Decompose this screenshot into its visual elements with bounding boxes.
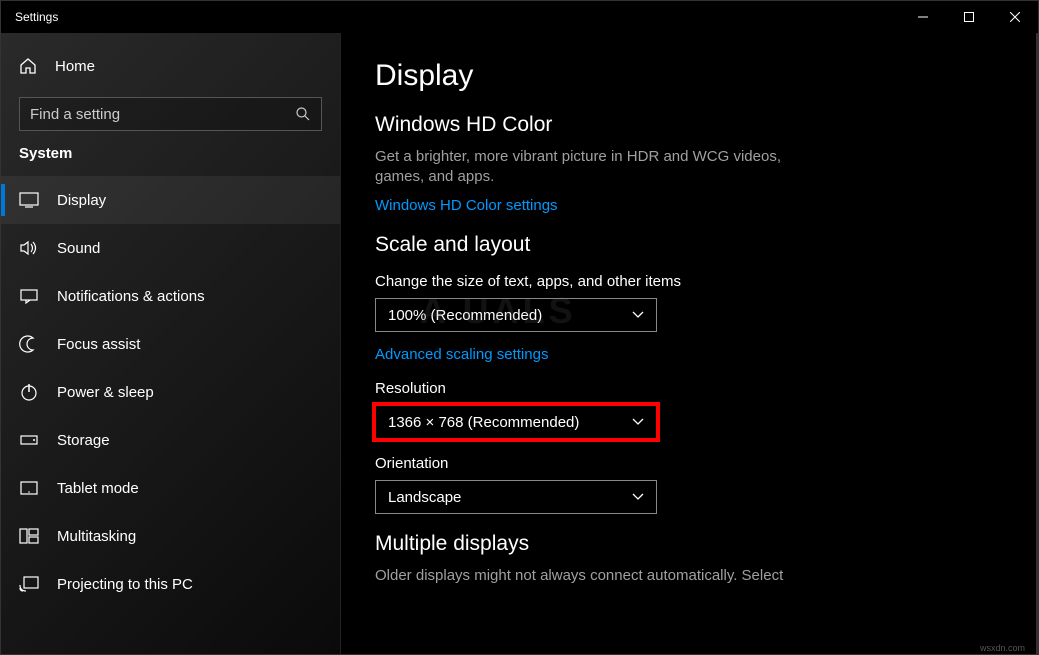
scale-size-label: Change the size of text, apps, and other… [375,273,1038,290]
advanced-scaling-link[interactable]: Advanced scaling settings [375,346,548,363]
multi-desc: Older displays might not always connect … [375,566,795,586]
sidebar: Home Find a setting System Display Sound… [1,33,341,654]
titlebar: Settings [1,1,1038,33]
minimize-button[interactable] [900,1,946,33]
nav-projecting-label: Projecting to this PC [57,576,193,593]
chevron-down-icon [632,418,644,426]
chevron-down-icon [632,311,644,319]
content-area: Display Windows HD Color Get a brighter,… [341,33,1038,654]
nav-projecting[interactable]: Projecting to this PC [1,560,340,608]
window-title: Settings [15,10,58,24]
nav-tablet-label: Tablet mode [57,480,139,497]
home-icon [19,57,37,75]
search-icon [295,106,311,122]
page-title: Display [375,59,1038,93]
close-button[interactable] [992,1,1038,33]
nav-notifications-label: Notifications & actions [57,288,205,305]
search-placeholder: Find a setting [30,106,295,123]
orientation-value: Landscape [388,489,461,506]
scale-dropdown[interactable]: 100% (Recommended) [375,298,657,332]
category-label: System [1,145,340,176]
home-label: Home [55,58,95,75]
attribution: wsxdn.com [980,643,1025,653]
multitask-icon [19,526,39,546]
nav-tablet[interactable]: Tablet mode [1,464,340,512]
display-icon [19,190,39,210]
nav-display-label: Display [57,192,106,209]
scale-heading: Scale and layout [375,233,1038,257]
resolution-value: 1366 × 768 (Recommended) [388,414,579,431]
nav-focus[interactable]: Focus assist [1,320,340,368]
nav-multitask-label: Multitasking [57,528,136,545]
nav-power-label: Power & sleep [57,384,154,401]
nav-multitask[interactable]: Multitasking [1,512,340,560]
sound-icon [19,238,39,258]
nav-notifications[interactable]: Notifications & actions [1,272,340,320]
multi-heading: Multiple displays [375,532,1038,556]
power-icon [19,382,39,402]
hd-color-link[interactable]: Windows HD Color settings [375,197,558,214]
resolution-label: Resolution [375,380,1038,397]
home-button[interactable]: Home [1,43,340,89]
chevron-down-icon [632,493,644,501]
nav-focus-label: Focus assist [57,336,140,353]
nav-storage[interactable]: Storage [1,416,340,464]
nav-power[interactable]: Power & sleep [1,368,340,416]
nav-sound[interactable]: Sound [1,224,340,272]
resolution-dropdown[interactable]: 1366 × 768 (Recommended) [375,405,657,439]
orientation-label: Orientation [375,455,1038,472]
notifications-icon [19,286,39,306]
projecting-icon [19,574,39,594]
nav-display[interactable]: Display [1,176,340,224]
orientation-dropdown[interactable]: Landscape [375,480,657,514]
scrollbar[interactable] [1036,33,1038,654]
storage-icon [19,430,39,450]
tablet-icon [19,478,39,498]
nav-sound-label: Sound [57,240,100,257]
focus-icon [19,334,39,354]
scale-value: 100% (Recommended) [388,307,542,324]
nav-storage-label: Storage [57,432,110,449]
search-input[interactable]: Find a setting [19,97,322,131]
hd-color-heading: Windows HD Color [375,113,1038,137]
hd-color-desc: Get a brighter, more vibrant picture in … [375,147,795,187]
maximize-button[interactable] [946,1,992,33]
